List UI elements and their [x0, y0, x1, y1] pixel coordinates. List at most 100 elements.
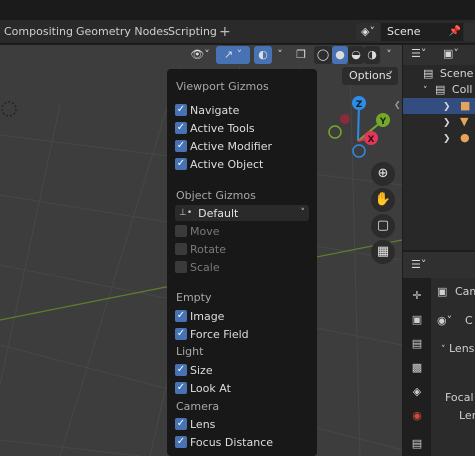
scene-name-field[interactable]: Scene [381, 23, 447, 41]
options-button[interactable]: Options ˅ [342, 67, 398, 85]
editor-type-icon[interactable]: ☰˅ [411, 47, 426, 60]
gizmo-icon: ↗ ˅ [223, 48, 243, 61]
chevron-right-icon: ❯ [443, 102, 451, 112]
overlays-toggle-button[interactable]: ◐ [254, 46, 272, 64]
solid-sphere-icon: ● [335, 48, 345, 61]
camera-object-icon: ■ [460, 99, 471, 112]
pin-icon[interactable]: 📌 [447, 23, 463, 41]
editor-type-icon[interactable]: ☰˅ [411, 258, 426, 271]
camera-view-button[interactable]: ▢ [371, 214, 395, 238]
navigation-gizmo[interactable]: Z Y X [318, 91, 398, 171]
checkbox-label: Rotate [190, 242, 227, 256]
camera-data-name: C [465, 314, 473, 327]
view-layer-tab-icon[interactable]: ▩ [409, 360, 425, 376]
lens-section-header[interactable]: ˅ Lens [441, 342, 474, 355]
xray-toggle-button[interactable]: ❐ [293, 46, 309, 64]
camera-heading: Camera [176, 400, 220, 413]
focal-length-label: Focal L [445, 391, 475, 404]
outliner-row-collection[interactable]: ˅ ▤ Coll [403, 82, 475, 98]
checkmark-icon: ✓ [175, 418, 187, 430]
tool-tab-icon[interactable]: ✛ [409, 288, 425, 304]
checkmark-icon: ✓ [175, 104, 187, 116]
tab-scripting[interactable]: Scripting [168, 20, 217, 44]
checkbox-box-icon [175, 243, 187, 255]
rotate-checkbox[interactable]: Rotate [175, 241, 226, 257]
wireframe-shading-button[interactable]: ◯ [314, 46, 332, 64]
move-checkbox[interactable]: Move [175, 223, 220, 239]
solid-shading-button[interactable]: ● [332, 46, 348, 64]
object-name: Cam [455, 285, 475, 298]
xray-icon: ❐ [296, 48, 306, 61]
zoom-button[interactable]: ⊕ [371, 162, 395, 186]
camera-icon: ▣ [437, 285, 448, 298]
neg-x-axis-handle[interactable] [340, 114, 350, 124]
zoom-icon: ⊕ [377, 166, 389, 181]
active-object-checkbox[interactable]: ✓ Active Object [175, 156, 263, 172]
pan-button[interactable]: ✋ [371, 188, 395, 212]
world-tab-icon[interactable]: ◉ [409, 408, 425, 424]
checkmark-icon: ✓ [175, 328, 187, 340]
scene-selector-button[interactable]: ◈˅ [356, 23, 380, 41]
look-at-checkbox[interactable]: ✓ Look At [175, 380, 231, 396]
outliner-row-light[interactable]: ❯ ● [403, 130, 475, 146]
checkbox-label: Active Tools [190, 121, 255, 135]
outliner-row-scene-collection[interactable]: ▤ Scene C [403, 66, 475, 82]
empty-heading: Empty [176, 291, 212, 304]
properties-tab-strip: ✛ ▣ ▤ ▩ ◈ ◉ ▤ [403, 278, 431, 456]
orientation-dropdown[interactable]: ⊥• Default ˅ [175, 205, 309, 221]
output-tab-icon[interactable]: ▤ [409, 336, 425, 352]
workspace-tab-bar: Compositing Geometry Nodes Scripting + ◈… [0, 20, 475, 44]
collection-icon: ▤ [423, 67, 434, 80]
neg-z-axis-handle[interactable] [352, 144, 366, 158]
tab-compositing[interactable]: Compositing [4, 20, 73, 44]
collection-tab-icon[interactable]: ▤ [409, 436, 425, 452]
new-scene-button[interactable] [464, 23, 475, 41]
add-workspace-button[interactable]: + [219, 20, 231, 44]
rendered-shading-button[interactable]: ◑ [364, 46, 380, 64]
active-modifier-checkbox[interactable]: ✓ Active Modifier [175, 138, 272, 154]
checkmark-icon: ✓ [175, 364, 187, 376]
checkmark-icon: ✓ [175, 158, 187, 170]
eye-icon: 👁˅ [190, 48, 210, 61]
camera-data-icon[interactable]: ◉˅ [437, 314, 452, 327]
scene-tab-icon[interactable]: ◈ [409, 384, 425, 400]
checkbox-label: Move [190, 224, 220, 238]
scene-icon: ◈˅ [361, 25, 375, 38]
lens-checkbox[interactable]: ✓ Lens [175, 416, 215, 432]
active-tools-checkbox[interactable]: ✓ Active Tools [175, 120, 255, 136]
checkbox-box-icon [175, 261, 187, 273]
checkmark-icon: ✓ [175, 382, 187, 394]
image-checkbox[interactable]: ✓ Image [175, 308, 224, 324]
tab-geometry-nodes[interactable]: Geometry Nodes [76, 20, 169, 44]
checkbox-label: Image [190, 309, 225, 323]
lens-section-title: Lens [449, 342, 475, 355]
focus-distance-checkbox[interactable]: ✓ Focus Distance [175, 434, 273, 450]
scale-checkbox[interactable]: Scale [175, 259, 220, 275]
material-shading-button[interactable]: ◒ [348, 46, 364, 64]
window-top-strip [0, 0, 475, 20]
checkbox-label: Scale [190, 260, 220, 274]
neg-y-axis-handle[interactable] [328, 125, 342, 139]
outliner-row-camera[interactable]: ❯ ■ [403, 98, 475, 114]
rendered-sphere-icon: ◑ [367, 48, 377, 61]
viewport-gizmos-heading: Viewport Gizmos [176, 80, 269, 93]
show-overlays-visibility-button[interactable]: 👁˅ [186, 46, 214, 64]
checkmark-icon: ✓ [175, 310, 187, 322]
size-checkbox[interactable]: ✓ Size [175, 362, 213, 378]
checkmark-icon: ✓ [175, 140, 187, 152]
gizmos-toggle-button[interactable]: ↗ ˅ [216, 46, 250, 64]
render-tab-icon[interactable]: ▣ [409, 312, 425, 328]
lens-unit-label: Len [459, 409, 475, 422]
overlays-dropdown[interactable]: ˅ [274, 46, 286, 64]
outliner-row-cone[interactable]: ❯ ▼ [403, 114, 475, 130]
checkbox-box-icon [175, 225, 187, 237]
shading-dropdown[interactable]: ˅ [382, 46, 396, 64]
display-mode-icon[interactable]: ▣˅ [443, 47, 459, 60]
properties-panel: ☰˅ ✛ ▣ ▤ ▩ ◈ ◉ ▤ ▣ Cam ◉˅ C ˅ Lens Focal… [403, 252, 475, 456]
perspective-toggle-button[interactable]: ▦ [371, 240, 395, 264]
chevron-right-icon: ❯ [443, 134, 451, 144]
force-field-checkbox[interactable]: ✓ Force Field [175, 326, 249, 342]
checkbox-label: Force Field [190, 327, 249, 341]
navigate-checkbox[interactable]: ✓ Navigate [175, 102, 239, 118]
sidebar-toggle-icon[interactable]: ❮ [394, 99, 402, 111]
